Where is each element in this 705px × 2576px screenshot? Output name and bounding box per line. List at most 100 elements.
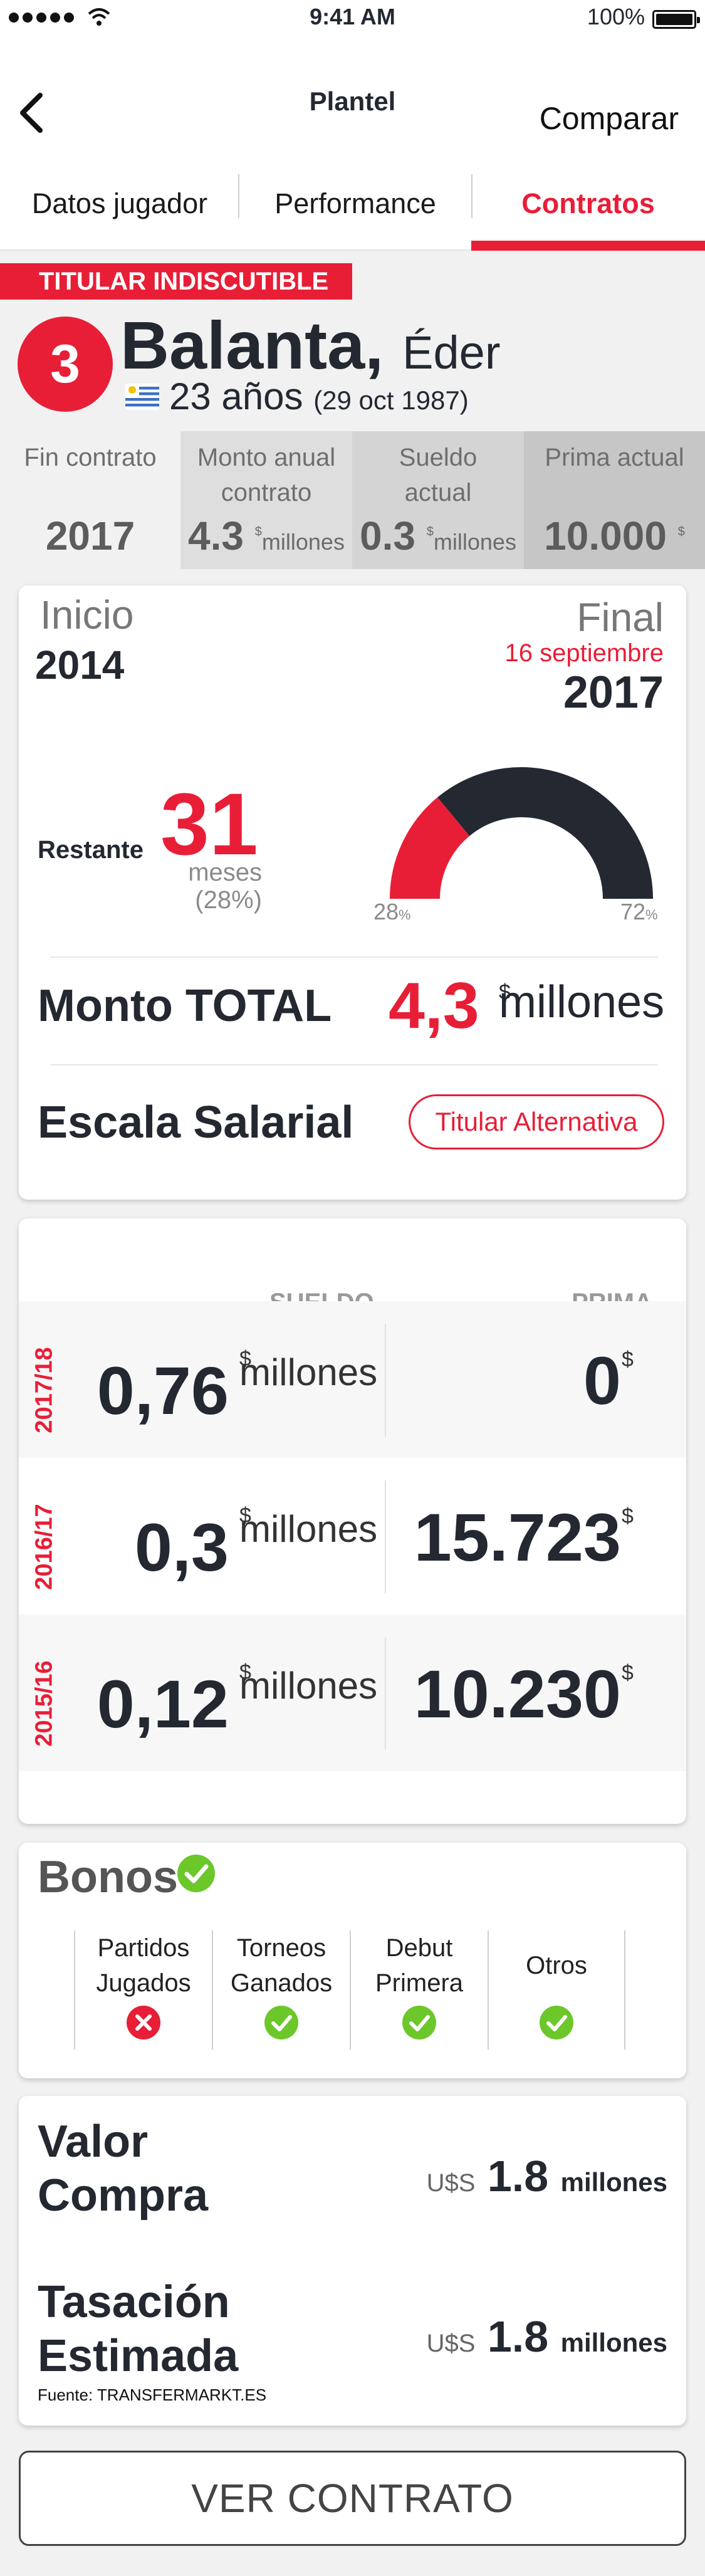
check-circle-icon <box>540 2006 573 2039</box>
currency-sign: $ <box>254 525 262 539</box>
salary-row: 2016/17 0,3 $ millones 15.723 $ <box>19 1458 686 1615</box>
contract-card: Inicio 2014 Final 16 septiembre 2017 Res… <box>19 585 686 1200</box>
player-surname: Balanta, <box>120 307 384 383</box>
uruguay-flag-icon <box>125 384 159 410</box>
sueldo-value: 0,3 <box>134 1509 229 1585</box>
prima-currency: $ <box>622 1348 634 1371</box>
restante-unit-label: meses <box>188 859 262 886</box>
active-tab-indicator <box>471 241 705 251</box>
prima-value: 15.723 <box>414 1499 621 1575</box>
status-bar: 9:41 AM 100% <box>0 0 705 38</box>
amount-unit: millones <box>560 2328 667 2357</box>
escala-salarial-badge[interactable]: Titular Alternativa <box>409 1094 664 1149</box>
stat-value: 4.3 $millones <box>180 513 352 559</box>
compare-button[interactable]: Comparar <box>540 100 679 137</box>
currency-sign: $ <box>677 525 685 539</box>
divider <box>50 956 658 958</box>
unit-label: millones <box>239 1508 378 1550</box>
currency-label: U$S <box>426 2169 476 2197</box>
gauge-lo-value: 28 <box>373 899 399 924</box>
final-date: 16 septiembre <box>504 639 664 667</box>
tab-performance[interactable]: Performance <box>239 157 471 251</box>
player-number: 3 <box>18 317 113 412</box>
check-circle-icon <box>402 2006 436 2039</box>
stat-label: Fin contrato <box>24 444 157 471</box>
contract-summary: Fin contrato 2017 Monto anual contrato 4… <box>0 431 705 569</box>
final-year: 2017 <box>563 668 664 718</box>
birth-date: (29 oct 1987) <box>313 385 469 415</box>
check-circle-icon <box>264 2006 298 2039</box>
gauge-elapsed-label: 28% <box>373 899 411 925</box>
amount-value: 1.8 <box>487 2312 549 2361</box>
player-first-name: Éder <box>402 327 501 379</box>
valor-compra-label: Valor Compra <box>38 2117 209 2221</box>
bono-debut-primera: Debut Primera <box>350 1930 488 2050</box>
bono-partidos-jugados: Partidos Jugados <box>74 1930 212 2050</box>
divider <box>50 1064 658 1065</box>
prima-value: 0 <box>583 1343 621 1418</box>
prima-value: 10.230 <box>414 1656 621 1732</box>
column-divider <box>385 1637 386 1750</box>
bono-otros: Otros <box>488 1930 625 2050</box>
stat-fin-contrato: Fin contrato 2017 <box>0 431 180 569</box>
stat-unit: millones <box>261 529 345 555</box>
player-name: Balanta, Éder <box>120 306 500 384</box>
final-label: Final <box>577 595 664 640</box>
tab-bar: Datos jugador Performance Contratos <box>0 157 705 251</box>
inicio-label: Inicio <box>40 592 134 637</box>
valor-compra-amount: U$S 1.8 millones <box>427 2151 667 2201</box>
status-badge: TITULAR INDISCUTIBLE <box>0 263 352 300</box>
tab-contratos[interactable]: Contratos <box>471 157 705 251</box>
x-circle-icon <box>127 2006 160 2039</box>
monto-total-value: 4,3 <box>389 970 479 1042</box>
stat-number: 2017 <box>45 513 135 558</box>
percent-sign: % <box>645 907 658 923</box>
battery-icon <box>652 10 700 29</box>
currency-sign: $ <box>239 1660 251 1684</box>
season-text: 2016/17 <box>31 1504 58 1590</box>
salary-row: 2015/16 0,12 $ millones 10.230 $ <box>19 1615 686 1771</box>
gauge-remaining-label: 72% <box>620 899 658 925</box>
contract-progress-gauge <box>390 767 653 900</box>
season-label: 2015/16 <box>23 1653 66 1754</box>
salary-row: 2017/18 0,76 $ millones 0 $ <box>19 1301 686 1458</box>
stat-value: 0.3 $millones <box>352 513 524 559</box>
ver-contrato-button[interactable]: VER CONTRATO <box>19 2451 686 2546</box>
stat-label: Sueldo actual <box>399 444 478 506</box>
currency-label: U$S <box>426 2330 476 2357</box>
percent-sign: % <box>399 907 411 923</box>
stat-label: Monto anual contrato <box>197 444 336 506</box>
stat-number: 4.3 <box>188 513 244 558</box>
check-circle-icon <box>177 1855 215 1892</box>
sueldo-unit: $ millones <box>239 1660 377 1706</box>
tab-datos-jugador[interactable]: Datos jugador <box>0 157 239 251</box>
season-text: 2017/18 <box>31 1347 58 1433</box>
restante-label: Restante <box>38 836 144 864</box>
bono-label: Otros <box>526 1952 587 1979</box>
stat-unit: millones <box>433 529 516 555</box>
season-label: 2016/17 <box>23 1497 66 1597</box>
player-age: 23 años (29 oct 1987) <box>169 375 469 418</box>
sueldo-unit: $ millones <box>239 1504 378 1550</box>
bonos-card: Bonos Partidos Jugados Torneos Ganados D… <box>19 1843 686 2078</box>
monto-unit-label: millones <box>499 977 665 1027</box>
sueldo-unit: $ millones <box>239 1347 378 1393</box>
column-divider <box>385 1324 386 1437</box>
restante-percent: (28%) <box>195 886 262 914</box>
column-divider <box>385 1480 386 1593</box>
battery-percent: 100% <box>587 4 645 29</box>
stat-number: 0.3 <box>360 513 415 558</box>
restante-unit: meses (28%) <box>168 859 262 914</box>
tasacion-estimada-amount: U$S 1.8 millones <box>427 2312 667 2362</box>
source-note: Fuente: TRANSFERMARKT.ES <box>38 2385 267 2404</box>
escala-salarial-label: Escala Salarial <box>38 1097 354 1148</box>
currency-sign: $ <box>239 1347 251 1371</box>
stat-value: 2017 <box>0 513 180 559</box>
currency-sign: $ <box>499 980 511 1004</box>
valor-card: Valor Compra U$S 1.8 millones Tasación E… <box>19 2096 686 2426</box>
gauge-remaining-arc <box>437 767 653 899</box>
monto-total-unit: $ millones <box>499 977 665 1027</box>
unit-label: millones <box>239 1351 378 1393</box>
salary-history-card: SUELDO PRIMA 2017/18 0,76 $millones 0 $ … <box>19 1218 686 1824</box>
sueldo-value: 0,76 <box>97 1353 229 1428</box>
